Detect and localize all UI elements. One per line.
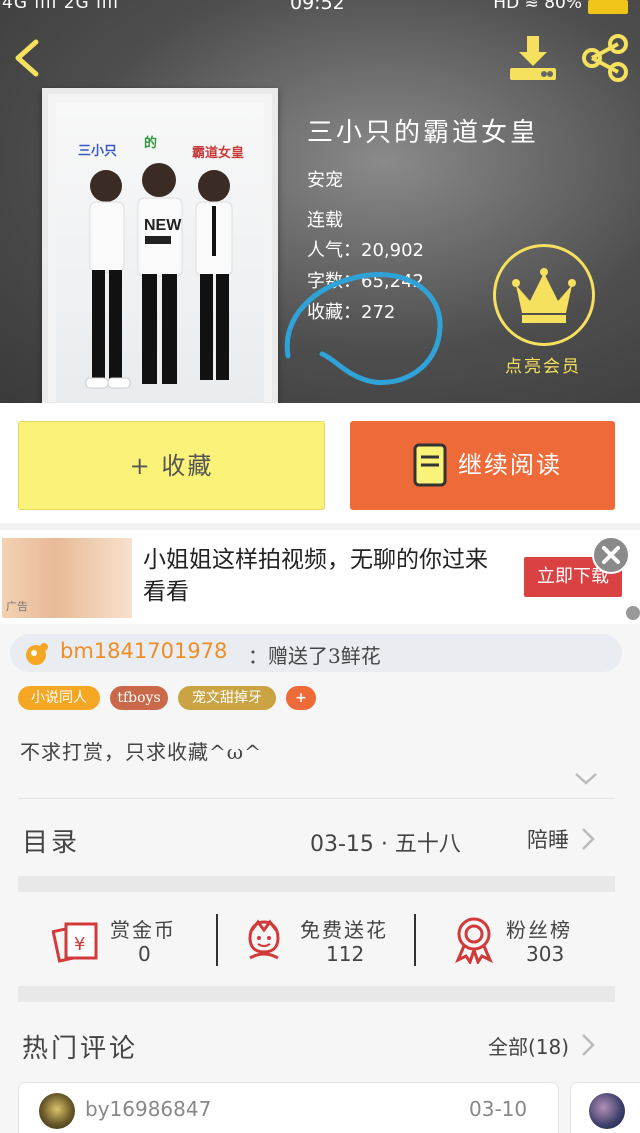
continue-reading-label: 继续阅读 xyxy=(458,451,562,479)
all-comments-link[interactable]: 全部(18) xyxy=(488,1031,569,1060)
svg-text:NEW: NEW xyxy=(144,217,182,234)
comment-date: 03-10 xyxy=(469,1097,528,1121)
add-tag-button[interactable]: + xyxy=(286,686,316,710)
gift-text: ：赠送了3鲜花 xyxy=(248,644,381,668)
comment-card[interactable] xyxy=(570,1082,640,1133)
comment-username[interactable]: by16986847 xyxy=(85,1097,211,1121)
section-separator xyxy=(18,876,615,892)
divider xyxy=(18,798,615,799)
comment-card[interactable]: by16986847 03-10 xyxy=(18,1082,559,1133)
cover-title-part: 三小只 xyxy=(78,144,118,159)
gift-notice: bm1841701978 ：赠送了3鲜花 xyxy=(10,634,622,672)
latest-chapter-number: 五十八 xyxy=(394,832,461,857)
avatar[interactable] xyxy=(39,1093,75,1129)
stat-label: 赏金币 xyxy=(110,918,176,942)
share-icon[interactable] xyxy=(580,34,630,82)
clock: 09:52 xyxy=(290,0,345,14)
book-category: 安宠 xyxy=(307,170,343,191)
network-indicator: 4G ııll 2G ııll xyxy=(2,0,119,13)
book-icon xyxy=(413,443,447,487)
toc-date-text: 03-15 · xyxy=(310,832,388,857)
stat-separator xyxy=(216,914,218,966)
battery-text: HD ≋ 80% xyxy=(493,0,582,13)
download-icon[interactable] xyxy=(508,34,558,82)
vip-label[interactable]: 点亮会员 xyxy=(505,352,581,377)
stat-value: 303 xyxy=(526,942,565,966)
ad-text: 小姐姐这样拍视频，无聊的你过来看看 xyxy=(143,547,488,605)
toc-label: 目录 xyxy=(22,828,81,858)
ad-info-icon[interactable] xyxy=(626,606,640,620)
ad-tag: 广告 xyxy=(6,600,28,613)
flower-gift-icon xyxy=(26,643,48,665)
crown-icon xyxy=(512,268,576,323)
fans-ranking-stat[interactable]: 粉丝榜 303 xyxy=(452,914,612,974)
medal-icon xyxy=(455,917,493,964)
cover-image: 三小只 的 霸道女皇 NEW xyxy=(56,102,264,402)
chevron-right-icon xyxy=(582,828,595,850)
cover-title-part: 的 xyxy=(144,136,158,151)
add-to-favorites-button[interactable]: + 收藏 xyxy=(18,421,325,510)
latest-chapter-title: 陪睡 xyxy=(527,828,569,852)
stat-label: 免费送花 xyxy=(300,918,388,942)
book-header: 4G ııll 2G ııll 09:52 HD ≋ 80% 三小只 的 霸道女… xyxy=(0,0,640,403)
ad-banner[interactable]: 广告 小姐姐这样拍视频，无聊的你过来看看 立即下载 xyxy=(0,530,640,624)
battery-indicator: HD ≋ 80% xyxy=(493,0,628,14)
section-separator xyxy=(18,986,615,1002)
book-title: 三小只的霸道女皇 xyxy=(307,118,540,148)
chevron-right-icon[interactable] xyxy=(580,1032,596,1058)
latest-chapter-date: 03-15 · 五十八 xyxy=(310,826,461,858)
tag-item[interactable]: tfboys xyxy=(110,686,168,710)
hand-drawn-circle-annotation xyxy=(284,272,443,386)
ad-thumbnail: 广告 xyxy=(2,538,132,618)
tag-item[interactable]: 宠文甜掉牙 xyxy=(178,686,276,710)
cover-title-part: 霸道女皇 xyxy=(192,146,245,161)
chevron-down-icon[interactable] xyxy=(574,772,598,786)
stat-value: 0 xyxy=(138,942,151,966)
tag-item[interactable]: 小说同人 xyxy=(18,686,100,710)
vip-badge[interactable] xyxy=(493,244,595,346)
ad-close-button[interactable] xyxy=(592,536,630,574)
back-arrow-icon[interactable] xyxy=(10,38,44,78)
cover-illustration: NEW xyxy=(85,163,233,389)
reward-coins-stat[interactable]: ¥ 赏金币 0 xyxy=(50,914,200,974)
avatar[interactable] xyxy=(589,1093,625,1129)
red-envelope-icon: ¥ xyxy=(52,922,98,963)
stat-label: 粉丝榜 xyxy=(506,918,572,942)
close-icon xyxy=(602,546,620,564)
book-description: 不求打赏，只求收藏^ω^ xyxy=(20,740,262,764)
hot-comments-label: 热门评论 xyxy=(22,1034,139,1064)
status-bar: 4G ııll 2G ııll 09:52 HD ≋ 80% xyxy=(0,0,640,14)
free-flowers-stat[interactable]: 免费送花 112 xyxy=(244,914,404,974)
battery-icon xyxy=(588,0,628,14)
svg-text:¥: ¥ xyxy=(74,934,85,955)
book-info-section: bm1841701978 ：赠送了3鲜花 小说同人 tfboys 宠文甜掉牙 +… xyxy=(0,624,640,1133)
stat-value: 112 xyxy=(326,942,365,966)
flower-icon xyxy=(248,919,280,960)
action-bar: + 收藏 继续阅读 xyxy=(0,403,640,523)
stat-separator xyxy=(414,914,416,966)
continue-reading-button[interactable]: 继续阅读 xyxy=(350,421,615,510)
book-status: 连载 xyxy=(307,210,343,231)
gift-username[interactable]: bm1841701978 xyxy=(60,639,227,663)
book-cover[interactable]: 三小只 的 霸道女皇 NEW xyxy=(42,88,278,403)
